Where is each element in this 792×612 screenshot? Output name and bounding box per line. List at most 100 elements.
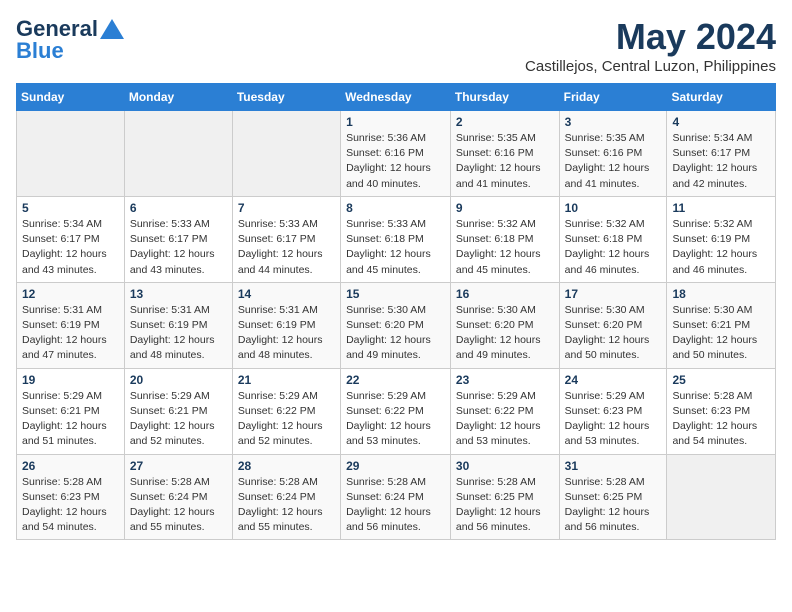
day-number: 23 [456, 373, 554, 387]
calendar-cell: 1 Sunrise: 5:36 AMSunset: 6:16 PMDaylight… [341, 111, 451, 197]
day-info: Sunrise: 5:32 AMSunset: 6:18 PMDaylight:… [565, 217, 662, 278]
calendar-cell: 29 Sunrise: 5:28 AMSunset: 6:24 PMDayligh… [341, 454, 451, 540]
calendar-cell: 2Sunrise: 5:35 AMSunset: 6:16 PMDaylight… [450, 111, 559, 197]
col-wednesday: Wednesday [341, 84, 451, 111]
day-number: 11 [672, 201, 770, 215]
day-info: Sunrise: 5:34 AMSunset: 6:17 PMDaylight:… [22, 217, 119, 278]
calendar-cell: 17 Sunrise: 5:30 AMSunset: 6:20 PMDayligh… [559, 282, 667, 368]
day-number: 1 [346, 115, 445, 129]
calendar-cell: 31Sunrise: 5:28 AMSunset: 6:25 PMDayligh… [559, 454, 667, 540]
day-info: Sunrise: 5:31 AMSunset: 6:19 PMDaylight:… [130, 303, 227, 364]
calendar-cell: 20 Sunrise: 5:29 AMSunset: 6:21 PMDayligh… [124, 368, 232, 454]
day-number: 4 [672, 115, 770, 129]
day-number: 27 [130, 459, 227, 473]
day-info: Sunrise: 5:35 AMSunset: 6:16 PMDaylight:… [456, 131, 554, 192]
calendar-cell: 6 Sunrise: 5:33 AMSunset: 6:17 PMDaylight… [124, 196, 232, 282]
calendar-cell: 9 Sunrise: 5:32 AMSunset: 6:18 PMDaylight… [450, 196, 559, 282]
day-info: Sunrise: 5:30 AMSunset: 6:21 PMDaylight:… [672, 303, 770, 364]
day-info: Sunrise: 5:30 AMSunset: 6:20 PMDaylight:… [456, 303, 554, 364]
calendar-week-4: 26 Sunrise: 5:28 AMSunset: 6:23 PMDayligh… [17, 454, 776, 540]
calendar-header: Sunday Monday Tuesday Wednesday Thursday… [17, 84, 776, 111]
day-info: Sunrise: 5:30 AMSunset: 6:20 PMDaylight:… [565, 303, 662, 364]
day-info: Sunrise: 5:30 AMSunset: 6:20 PMDaylight:… [346, 303, 445, 364]
calendar-cell: 21Sunrise: 5:29 AMSunset: 6:22 PMDayligh… [232, 368, 340, 454]
day-info: Sunrise: 5:32 AMSunset: 6:18 PMDaylight:… [456, 217, 554, 278]
day-info: Sunrise: 5:28 AMSunset: 6:24 PMDaylight:… [346, 475, 445, 536]
col-tuesday: Tuesday [232, 84, 340, 111]
calendar-cell: 10Sunrise: 5:32 AMSunset: 6:18 PMDayligh… [559, 196, 667, 282]
calendar-cell: 22Sunrise: 5:29 AMSunset: 6:22 PMDayligh… [341, 368, 451, 454]
day-info: Sunrise: 5:28 AMSunset: 6:25 PMDaylight:… [565, 475, 662, 536]
day-number: 20 [130, 373, 227, 387]
logo-blue-text: Blue [16, 38, 64, 64]
calendar-week-3: 19Sunrise: 5:29 AMSunset: 6:21 PMDayligh… [17, 368, 776, 454]
day-info: Sunrise: 5:35 AMSunset: 6:16 PMDaylight:… [565, 131, 662, 192]
day-number: 7 [238, 201, 335, 215]
calendar-cell: 27 Sunrise: 5:28 AMSunset: 6:24 PMDayligh… [124, 454, 232, 540]
col-thursday: Thursday [450, 84, 559, 111]
calendar-cell: 8 Sunrise: 5:33 AMSunset: 6:18 PMDaylight… [341, 196, 451, 282]
col-monday: Monday [124, 84, 232, 111]
calendar-cell: 11 Sunrise: 5:32 AMSunset: 6:19 PMDayligh… [667, 196, 776, 282]
calendar-cell [232, 111, 340, 197]
day-info: Sunrise: 5:32 AMSunset: 6:19 PMDaylight:… [672, 217, 770, 278]
calendar-cell: 24 Sunrise: 5:29 AMSunset: 6:23 PMDayligh… [559, 368, 667, 454]
calendar-cell: 25Sunrise: 5:28 AMSunset: 6:23 PMDayligh… [667, 368, 776, 454]
day-number: 6 [130, 201, 227, 215]
day-number: 17 [565, 287, 662, 301]
page-header: General Blue May 2024 Castillejos, Centr… [16, 16, 776, 75]
day-number: 21 [238, 373, 335, 387]
col-friday: Friday [559, 84, 667, 111]
day-info: Sunrise: 5:33 AMSunset: 6:17 PMDaylight:… [238, 217, 335, 278]
calendar-cell [667, 454, 776, 540]
calendar-cell: 7 Sunrise: 5:33 AMSunset: 6:17 PMDaylight… [232, 196, 340, 282]
calendar-week-1: 5 Sunrise: 5:34 AMSunset: 6:17 PMDaylight… [17, 196, 776, 282]
col-saturday: Saturday [667, 84, 776, 111]
day-info: Sunrise: 5:29 AMSunset: 6:23 PMDaylight:… [565, 389, 662, 450]
calendar-cell: 16 Sunrise: 5:30 AMSunset: 6:20 PMDayligh… [450, 282, 559, 368]
day-number: 29 [346, 459, 445, 473]
calendar-cell: 19Sunrise: 5:29 AMSunset: 6:21 PMDayligh… [17, 368, 125, 454]
day-info: Sunrise: 5:31 AMSunset: 6:19 PMDaylight:… [238, 303, 335, 364]
day-number: 25 [672, 373, 770, 387]
calendar-cell [124, 111, 232, 197]
day-info: Sunrise: 5:33 AMSunset: 6:18 PMDaylight:… [346, 217, 445, 278]
logo: General Blue [16, 16, 124, 64]
day-number: 8 [346, 201, 445, 215]
col-sunday: Sunday [17, 84, 125, 111]
day-info: Sunrise: 5:28 AMSunset: 6:24 PMDaylight:… [238, 475, 335, 536]
day-info: Sunrise: 5:28 AMSunset: 6:23 PMDaylight:… [22, 475, 119, 536]
calendar-cell: 13 Sunrise: 5:31 AMSunset: 6:19 PMDayligh… [124, 282, 232, 368]
day-info: Sunrise: 5:36 AMSunset: 6:16 PMDaylight:… [346, 131, 445, 192]
calendar-week-0: 1 Sunrise: 5:36 AMSunset: 6:16 PMDaylight… [17, 111, 776, 197]
day-number: 24 [565, 373, 662, 387]
calendar-cell: 14 Sunrise: 5:31 AMSunset: 6:19 PMDayligh… [232, 282, 340, 368]
day-info: Sunrise: 5:28 AMSunset: 6:24 PMDaylight:… [130, 475, 227, 536]
location: Castillejos, Central Luzon, Philippines [525, 58, 776, 75]
day-info: Sunrise: 5:33 AMSunset: 6:17 PMDaylight:… [130, 217, 227, 278]
calendar-cell: 30 Sunrise: 5:28 AMSunset: 6:25 PMDayligh… [450, 454, 559, 540]
calendar-cell: 5 Sunrise: 5:34 AMSunset: 6:17 PMDaylight… [17, 196, 125, 282]
day-number: 9 [456, 201, 554, 215]
day-number: 5 [22, 201, 119, 215]
calendar-cell: 26 Sunrise: 5:28 AMSunset: 6:23 PMDayligh… [17, 454, 125, 540]
day-info: Sunrise: 5:29 AMSunset: 6:21 PMDaylight:… [22, 389, 119, 450]
day-info: Sunrise: 5:28 AMSunset: 6:25 PMDaylight:… [456, 475, 554, 536]
calendar-cell [17, 111, 125, 197]
day-number: 18 [672, 287, 770, 301]
day-number: 14 [238, 287, 335, 301]
day-number: 16 [456, 287, 554, 301]
calendar-cell: 15Sunrise: 5:30 AMSunset: 6:20 PMDayligh… [341, 282, 451, 368]
day-number: 12 [22, 287, 119, 301]
calendar-cell: 18 Sunrise: 5:30 AMSunset: 6:21 PMDayligh… [667, 282, 776, 368]
header-row: Sunday Monday Tuesday Wednesday Thursday… [17, 84, 776, 111]
day-number: 30 [456, 459, 554, 473]
calendar-body: 1 Sunrise: 5:36 AMSunset: 6:16 PMDaylight… [17, 111, 776, 540]
day-info: Sunrise: 5:31 AMSunset: 6:19 PMDaylight:… [22, 303, 119, 364]
title-block: May 2024 Castillejos, Central Luzon, Phi… [525, 16, 776, 75]
day-info: Sunrise: 5:29 AMSunset: 6:21 PMDaylight:… [130, 389, 227, 450]
day-number: 26 [22, 459, 119, 473]
day-info: Sunrise: 5:29 AMSunset: 6:22 PMDaylight:… [346, 389, 445, 450]
calendar-cell: 12 Sunrise: 5:31 AMSunset: 6:19 PMDayligh… [17, 282, 125, 368]
day-number: 13 [130, 287, 227, 301]
